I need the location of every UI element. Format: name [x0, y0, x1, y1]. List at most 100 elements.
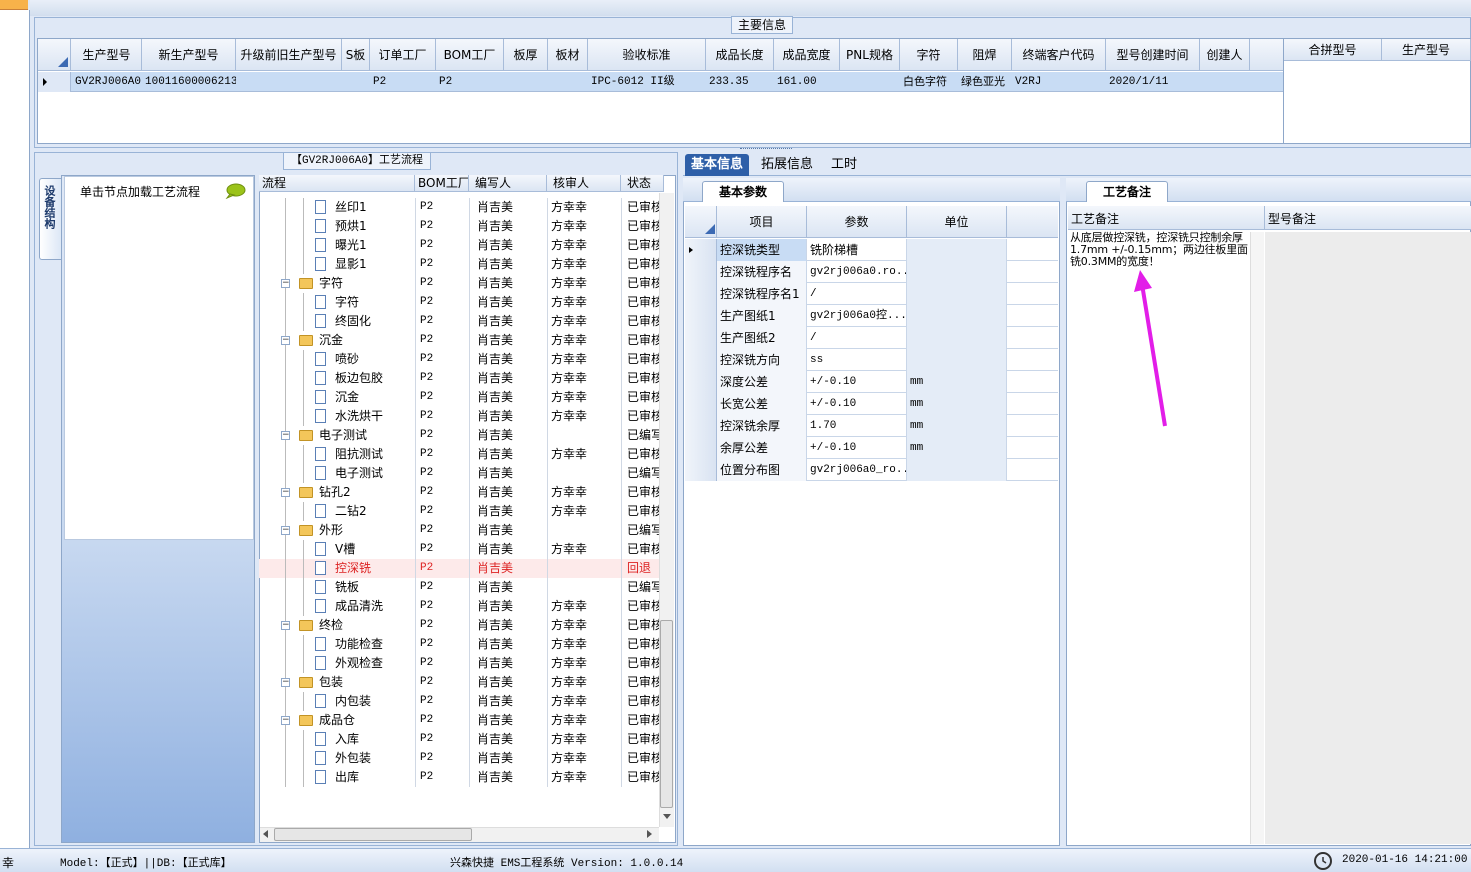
main-col-header[interactable]: 阻焊 [958, 39, 1012, 71]
main-col-header[interactable]: 升级前旧生产型号 [236, 39, 342, 71]
tree-row[interactable]: 喷砂 P2 肖吉美 方幸幸 已审核 [259, 350, 664, 369]
param-row[interactable]: 生产图纸1 gv2rj006a0控... [685, 305, 1058, 327]
production-model-header[interactable]: 生产型号 [1382, 39, 1471, 61]
remark-scrollbar[interactable] [1250, 232, 1264, 844]
tree-row[interactable]: − 包装 P2 肖吉美 方幸幸 已审核 [259, 673, 664, 692]
tree-row[interactable]: 预烘1 P2 肖吉美 方幸幸 已审核 [259, 217, 664, 236]
tree-row[interactable]: 入库 P2 肖吉美 方幸幸 已审核 [259, 730, 664, 749]
param-row[interactable]: 控深铣余厚 1.70 mm [685, 415, 1058, 437]
tree-row[interactable]: 显影1 P2 肖吉美 方幸幸 已审核 [259, 255, 664, 274]
param-row[interactable]: 控深铣方向 ss [685, 349, 1058, 371]
param-value[interactable]: gv2rj006a0.ro... [807, 261, 907, 283]
main-cell[interactable] [342, 72, 370, 92]
param-unit[interactable] [907, 459, 1007, 481]
tree-row[interactable]: V槽 P2 肖吉美 方幸幸 已审核 [259, 540, 664, 559]
main-col-header[interactable]: BOM工厂 [436, 39, 504, 71]
tab-basic-params[interactable]: 基本参数 [702, 181, 784, 202]
main-cell[interactable] [236, 72, 342, 92]
main-cell[interactable]: P2 [436, 72, 504, 92]
param-row[interactable]: 控深铣类型 铣阶梯槽 [685, 239, 1058, 261]
main-col-header[interactable]: 新生产型号 [142, 39, 236, 71]
main-col-header[interactable]: 订单工厂 [370, 39, 436, 71]
col-process-remark[interactable]: 工艺备注 [1071, 210, 1119, 227]
param-row[interactable]: 位置分布图 gv2rj006a0_ro... [685, 459, 1058, 481]
main-col-header[interactable]: 成品长度 [706, 39, 774, 71]
tree-row[interactable]: 终固化 P2 肖吉美 方幸幸 已审核 [259, 312, 664, 331]
param-unit[interactable] [907, 283, 1007, 305]
main-cell[interactable]: 161.00 [774, 72, 840, 92]
process-remark-text[interactable]: 从底层做控深铣，控深铣只控制余厚 1.7mm +/-0.15mm；两边往板里面铣… [1070, 232, 1250, 268]
scroll-left-icon[interactable] [262, 829, 270, 839]
tab-extended-info[interactable]: 拓展信息 [755, 154, 819, 176]
main-cell[interactable]: 白色字符 [900, 72, 958, 92]
tree-row[interactable]: 控深铣 P2 肖吉美 回退 [259, 559, 664, 578]
collapse-icon[interactable]: − [281, 488, 290, 497]
main-cell[interactable] [1200, 72, 1250, 92]
tree-row[interactable]: − 成品仓 P2 肖吉美 方幸幸 已审核 [259, 711, 664, 730]
param-value[interactable]: 1.70 [807, 415, 907, 437]
tab-basic-info[interactable]: 基本信息 [685, 154, 750, 176]
collapse-icon[interactable]: − [281, 279, 290, 288]
param-unit[interactable]: mm [907, 437, 1007, 459]
tree-row[interactable]: − 电子测试 P2 肖吉美 已编写 [259, 426, 664, 445]
tree-row[interactable]: 外观检查 P2 肖吉美 方幸幸 已审核 [259, 654, 664, 673]
col-writer[interactable]: 编写人 [469, 175, 547, 192]
type-remark-area[interactable] [1265, 232, 1471, 844]
main-col-header[interactable]: 创建人 [1200, 39, 1250, 71]
param-value[interactable]: / [807, 283, 907, 305]
tree-row[interactable]: 水洗烘干 P2 肖吉美 方幸幸 已审核 [259, 407, 664, 426]
collapse-icon[interactable]: − [281, 716, 290, 725]
tab-work-hours[interactable]: 工时 [825, 154, 863, 176]
param-value[interactable]: +/-0.10 [807, 437, 907, 459]
param-unit[interactable]: mm [907, 415, 1007, 437]
tree-row[interactable]: 曝光1 P2 肖吉美 方幸幸 已审核 [259, 236, 664, 255]
tree-row[interactable]: 丝印1 P2 肖吉美 方幸幸 已审核 [259, 198, 664, 217]
col-reviewer[interactable]: 核审人 [547, 175, 621, 192]
param-unit[interactable] [907, 239, 1007, 261]
param-row[interactable]: 生产图纸2/ [685, 327, 1058, 349]
main-col-header[interactable]: 终端客户代码 [1012, 39, 1106, 71]
param-row[interactable]: 长宽公差 +/-0.10 mm [685, 393, 1058, 415]
main-col-header[interactable]: 成品宽度 [774, 39, 840, 71]
tree-row[interactable]: 铣板 P2 肖吉美 已编写 [259, 578, 664, 597]
col-type-remark[interactable]: 型号备注 [1268, 210, 1316, 227]
param-unit[interactable]: mm [907, 371, 1007, 393]
main-cell[interactable]: V2RJ [1012, 72, 1106, 92]
col-unit[interactable]: 单位 [907, 206, 1007, 238]
main-col-header[interactable]: 板厚 [504, 39, 548, 71]
col-process[interactable]: 流程 [259, 175, 415, 192]
tree-row[interactable]: 字符 P2 肖吉美 方幸幸 已审核 [259, 293, 664, 312]
col-item[interactable]: 项目 [717, 206, 807, 238]
main-cell[interactable] [548, 72, 588, 92]
params-corner[interactable] [685, 206, 717, 238]
param-value[interactable]: +/-0.10 [807, 371, 907, 393]
main-cell[interactable]: 2020/1/11 [1106, 72, 1200, 92]
tree-row[interactable]: 功能检查 P2 肖吉美 方幸幸 已审核 [259, 635, 664, 654]
param-row[interactable]: 控深铣程序名 gv2rj006a0.ro... [685, 261, 1058, 283]
col-param[interactable]: 参数 [807, 206, 907, 238]
tree-row[interactable]: 电子测试 P2 肖吉美 已编写 [259, 464, 664, 483]
param-unit[interactable] [907, 327, 1007, 349]
scroll-down-icon[interactable] [662, 812, 672, 820]
main-col-header[interactable]: 板材 [548, 39, 588, 71]
col-status[interactable]: 状态 [621, 175, 664, 192]
main-col-header[interactable]: 验收标准 [588, 39, 706, 71]
collapse-icon[interactable]: − [281, 526, 290, 535]
param-value[interactable]: gv2rj006a0_ro... [807, 459, 907, 481]
col-bom[interactable]: BOM工厂 [415, 175, 469, 192]
collapse-icon[interactable]: − [281, 621, 290, 630]
main-col-header[interactable]: 型号创建时间 [1106, 39, 1200, 71]
param-row[interactable]: 控深铣程序名1/ [685, 283, 1058, 305]
main-cell[interactable]: IPC-6012 II级 [588, 72, 706, 92]
nav-tree-box[interactable] [64, 176, 254, 540]
main-col-header[interactable]: 字符 [900, 39, 958, 71]
param-value[interactable]: +/-0.10 [807, 393, 907, 415]
param-unit[interactable] [907, 349, 1007, 371]
merge-model-header[interactable]: 合拼型号 [1284, 39, 1382, 61]
param-unit[interactable]: mm [907, 393, 1007, 415]
tree-row[interactable]: − 字符 P2 肖吉美 方幸幸 已审核 [259, 274, 664, 293]
param-unit[interactable] [907, 261, 1007, 283]
main-col-header[interactable]: PNL规格 [840, 39, 900, 71]
tree-row[interactable]: 阻抗测试 P2 肖吉美 方幸幸 已审核 [259, 445, 664, 464]
main-cell[interactable]: 10011600006213 [142, 72, 236, 92]
